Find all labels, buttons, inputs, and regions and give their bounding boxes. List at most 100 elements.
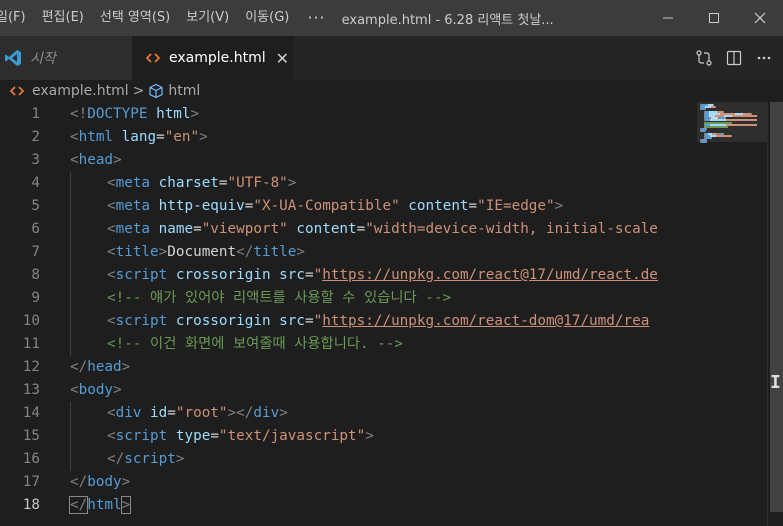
line-number: 3 [31, 152, 40, 168]
code-line[interactable]: 15 <script type="text/javascript"> [0, 425, 690, 448]
code-token: > [365, 428, 374, 444]
code-token: < [107, 221, 116, 237]
code-line[interactable]: 8 <script crossorigin src="https://unpkg.… [0, 264, 690, 287]
code-line[interactable]: 1 <!DOCTYPE html> [0, 103, 690, 126]
code-line[interactable]: 12 </head> [0, 356, 690, 379]
open-changes-icon [696, 50, 712, 66]
line-number: 1 [31, 106, 40, 122]
code-editor[interactable]: 1 <!DOCTYPE html> 2 <html lang="en"> 3 <head>… [0, 102, 690, 526]
code-token: = [305, 267, 314, 283]
code-token: > [296, 244, 306, 260]
breadcrumb-file[interactable]: example.html [32, 83, 129, 99]
code-token: = [167, 405, 176, 421]
code-token: = [218, 175, 228, 191]
line-number: 17 [22, 474, 40, 490]
code-line[interactable]: 2 <html lang="en"> [0, 126, 690, 149]
code-token: < [107, 405, 116, 421]
code-token: "width=device-width, initial-scale [365, 221, 658, 237]
code-token: "text/javascript" [218, 428, 366, 444]
split-editor-button[interactable] [719, 36, 749, 80]
code-line[interactable]: 3 <head> [0, 149, 690, 172]
code-token: </ [70, 474, 88, 490]
code-token: "UTF-8" [227, 175, 288, 191]
window-title: example.html - 6.28 리액트 첫날... [341, 12, 554, 28]
menu-view[interactable]: 보기(V) [178, 0, 237, 36]
code-text: <!-- 이건 화면에 보여줄때 사용합니다. --> [107, 333, 403, 356]
menu-bar: 일(F) 편집(E) 선택 영역(S) 보기(V) 이동(G) ··· [0, 0, 336, 36]
code-token: ></ [227, 405, 254, 421]
minimap[interactable] [697, 102, 767, 526]
vscode-logo-icon [5, 50, 21, 66]
line-number: 14 [22, 405, 40, 421]
tab-start[interactable]: 시작 [0, 36, 132, 80]
minimap-line [727, 123, 757, 126]
html-file-icon [10, 86, 24, 96]
code-line[interactable]: 13 <body> [0, 379, 690, 402]
code-token: < [70, 382, 79, 398]
menu-edit[interactable]: 편집(E) [34, 0, 92, 36]
vertical-scrollbar[interactable] [767, 102, 783, 526]
minimap-line [711, 137, 712, 139]
code-token: div [253, 405, 280, 421]
code-line[interactable]: 5 <meta http-equiv = "X-UA-Compatible" cont… [0, 195, 690, 218]
code-line[interactable]: 10 <script crossorigin src="https://unpkg… [0, 310, 690, 333]
code-line[interactable]: 9 <!-- 얘가 있어야 리액트를 사용할 수 있습니다 --> [0, 287, 690, 310]
maximize-button[interactable] [691, 0, 737, 36]
code-line[interactable]: 6 <meta name="viewport" content="width=de… [0, 218, 690, 241]
menu-more-button[interactable]: ··· [297, 0, 335, 36]
code-text: <!-- 얘가 있어야 리액트를 사용할 수 있습니다 --> [107, 287, 451, 310]
line-number: 8 [31, 267, 40, 283]
code-token: </ [236, 244, 254, 260]
more-actions-icon [757, 56, 771, 60]
code-line[interactable]: 16 </script> [0, 448, 690, 471]
open-changes-button[interactable] [689, 36, 719, 80]
code-text: <meta http-equiv = "X-UA-Compatible" conte… [107, 195, 563, 218]
code-token: "viewport" [201, 221, 288, 237]
close-window-button[interactable] [737, 0, 783, 36]
code-token: = [210, 428, 219, 444]
menu-go[interactable]: 이동(G) [237, 0, 297, 36]
more-actions-button[interactable] [749, 36, 779, 80]
code-token: > [158, 244, 168, 260]
code-line[interactable]: 18 </html> [0, 494, 690, 517]
menu-file[interactable]: 일(F) [0, 0, 34, 36]
code-token: meta [115, 221, 151, 237]
line-number: 4 [31, 175, 40, 191]
code-line[interactable]: 7 <title>Document</title> [0, 241, 690, 264]
split-editor-icon [726, 50, 742, 66]
breadcrumb-symbol[interactable]: html [168, 83, 200, 99]
scrollbar-thumb[interactable] [770, 102, 783, 512]
editor-actions [689, 36, 783, 80]
code-token: > [190, 106, 200, 122]
indent-guide [70, 402, 71, 471]
code-line[interactable]: 17 </body> [0, 471, 690, 494]
tab-example-html[interactable]: example.html ✕ [132, 36, 294, 80]
code-token: script [124, 451, 176, 467]
tab-close-button[interactable]: ✕ [276, 49, 289, 68]
line-number: 9 [31, 290, 40, 306]
code-token: id [150, 405, 168, 421]
code-token: <! [70, 106, 88, 122]
code-token: < [107, 313, 116, 329]
code-token: </ [107, 451, 125, 467]
code-line[interactable]: 4 <meta charset="UTF-8"> [0, 172, 690, 195]
minimize-button[interactable] [645, 0, 691, 36]
code-token: lang [121, 129, 157, 145]
tab-start-label: 시작 [30, 51, 56, 67]
code-token: "IE=edge" [477, 198, 555, 214]
code-text: <html lang="en"> [70, 126, 208, 149]
code-line[interactable]: 14 <div id="root"></div> [0, 402, 690, 425]
code-token: > [121, 359, 131, 375]
minimap-line [704, 126, 728, 128]
code-token: body [87, 474, 122, 490]
code-line[interactable]: 11 <!-- 이건 화면에 보여줄때 사용합니다. --> [0, 333, 690, 356]
menu-selection[interactable]: 선택 영역(S) [92, 0, 178, 36]
code-token: body [78, 382, 114, 398]
code-text: <!DOCTYPE html> [70, 103, 199, 126]
code-token: https://unpkg.com/react-dom@17/umd/rea [322, 313, 650, 329]
